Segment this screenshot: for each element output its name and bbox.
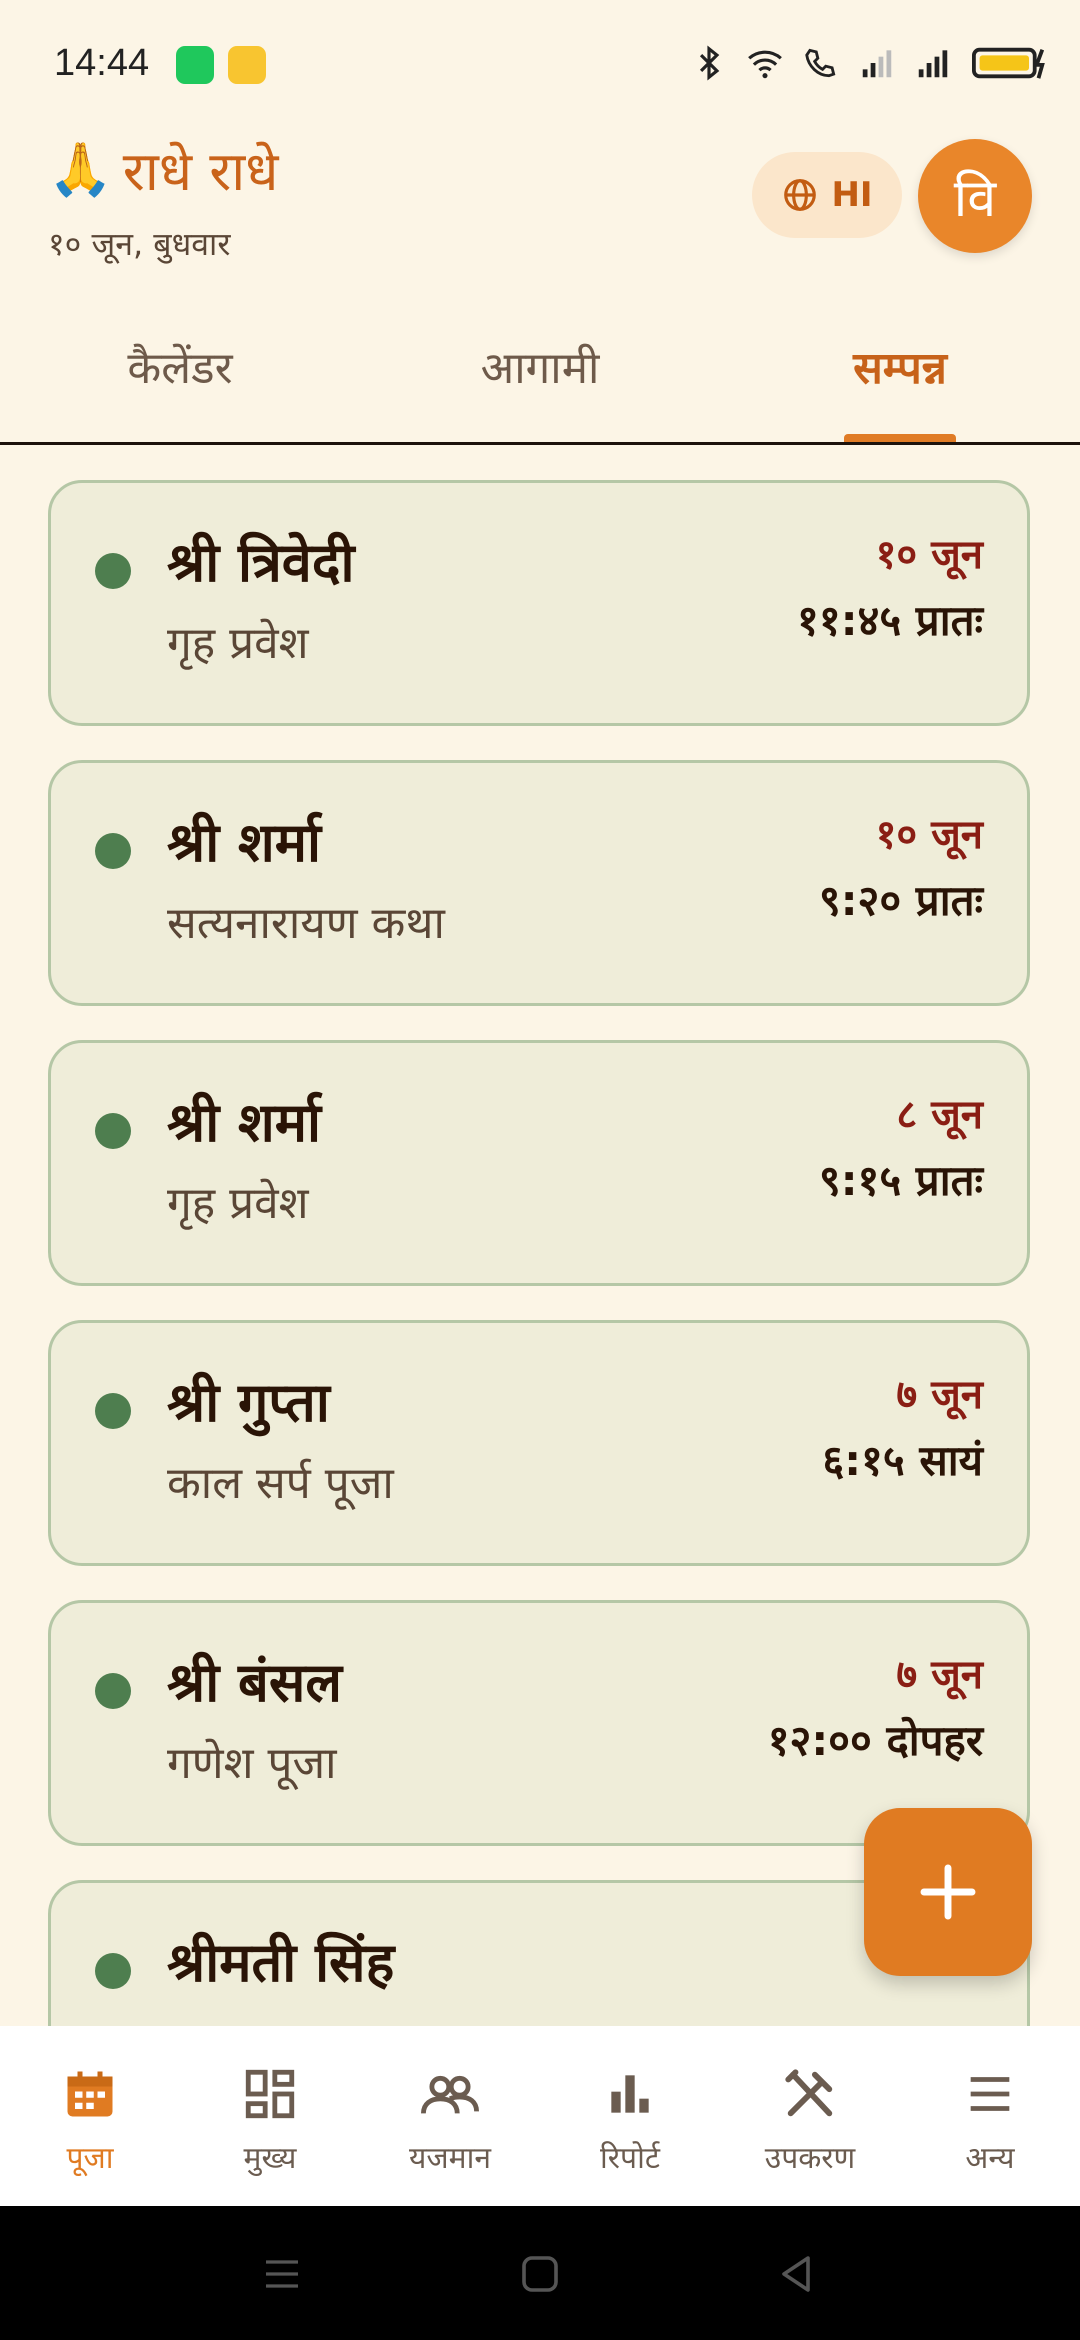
nav-item-tools[interactable]: उपकरण	[720, 2062, 900, 2177]
booking-time: ६:१५ सायं	[822, 1436, 983, 1485]
booking-card[interactable]: श्री बंसल गणेश पूजा ७ जून १२:०० दोपहर	[48, 1600, 1030, 1846]
avatar-letter: वि	[953, 168, 997, 229]
tab-bar: कैलेंडर आगामी सम्पन्न	[0, 320, 1080, 445]
nav-item-report[interactable]: रिपोर्ट	[540, 2062, 720, 2177]
greeting: 🙏 राधे राधे	[48, 132, 278, 206]
nav-label: उपकरण	[764, 2141, 856, 2176]
bar-chart-icon	[611, 2075, 649, 2113]
booking-time: ९:१५ प्रातः	[818, 1156, 983, 1205]
dashboard-icon	[245, 2069, 295, 2119]
nav-label: पूजा	[66, 2141, 114, 2176]
nav-label: अन्य	[965, 2141, 1015, 2176]
app-notification-icon-2	[228, 46, 266, 84]
battery-icon	[972, 47, 1045, 79]
tools-icon	[785, 2069, 833, 2117]
status-bar: 14:44	[0, 0, 1080, 134]
nav-label: यजमान	[408, 2141, 492, 2176]
booking-puja: सत्यनारायण कथा	[167, 898, 445, 949]
tab-upcoming[interactable]: आगामी	[360, 336, 720, 396]
nav-item-more[interactable]: अन्य	[900, 2062, 1080, 2177]
menu-icon	[970, 2077, 1010, 2111]
calendar-icon	[67, 2071, 113, 2117]
status-dot	[95, 833, 131, 869]
status-dot	[95, 1113, 131, 1149]
status-dot	[95, 1393, 131, 1429]
tab-completed[interactable]: सम्पन्न	[720, 336, 1080, 396]
nav-item-main[interactable]: मुख्य	[180, 2062, 360, 2177]
booking-name: श्री शर्मा	[167, 811, 322, 874]
nav-label: रिपोर्ट	[600, 2141, 660, 2176]
language-label: HI	[831, 175, 873, 215]
booking-name: श्रीमती सिंह	[167, 1931, 395, 1994]
bottom-nav: पूजा मुख्य यजमान रिपोर्ट उपकरण अन्य	[0, 2026, 1080, 2206]
booking-time: ९:२० प्रातः	[818, 876, 983, 925]
status-icons	[690, 44, 1050, 82]
booking-puja: गृह प्रवेश	[167, 618, 309, 669]
signal-icon	[862, 50, 892, 78]
tab-calendar[interactable]: कैलेंडर	[0, 336, 360, 396]
wifi-icon	[748, 50, 782, 79]
booking-card[interactable]: श्री शर्मा गृह प्रवेश ८ जून ९:१५ प्रातः	[48, 1040, 1030, 1286]
signal-icon-2	[918, 50, 948, 78]
booking-time: ११:४५ प्रातः	[797, 596, 983, 645]
booking-card[interactable]: श्री त्रिवेदी गृह प्रवेश १० जून ११:४५ प्…	[48, 480, 1030, 726]
tab-indicator	[844, 434, 956, 442]
booking-puja: काल सर्प पूजा	[167, 1458, 394, 1509]
back-icon[interactable]	[776, 2254, 816, 2294]
greeting-text: राधे राधे	[122, 140, 279, 203]
recents-icon[interactable]	[262, 2256, 302, 2292]
system-nav-bar	[0, 2206, 1080, 2340]
booking-date: ८ जून	[896, 1092, 983, 1138]
booking-date: १० जून	[875, 812, 983, 858]
booking-puja: गृह प्रवेश	[167, 1178, 309, 1229]
booking-name: श्री बंसल	[167, 1651, 342, 1714]
status-dot	[95, 553, 131, 589]
language-button[interactable]: HI	[752, 152, 902, 238]
booking-name: श्री शर्मा	[167, 1091, 322, 1154]
booking-puja: गणेश पूजा	[167, 1738, 337, 1789]
booking-date: ७ जून	[896, 1372, 983, 1418]
add-booking-button[interactable]	[864, 1808, 1032, 1976]
booking-name: श्री गुप्ता	[167, 1371, 330, 1434]
app-notification-icon	[176, 46, 214, 84]
status-time: 14:44	[54, 42, 150, 84]
plus-icon	[920, 1864, 976, 1920]
booking-date: १० जून	[875, 532, 983, 578]
call-icon	[805, 48, 836, 78]
avatar[interactable]: वि	[918, 139, 1032, 253]
globe-icon	[784, 179, 817, 211]
current-date: १० जून, बुधवार	[48, 225, 231, 263]
booking-time: १२:०० दोपहर	[767, 1716, 983, 1765]
booking-list[interactable]: श्री त्रिवेदी गृह प्रवेश १० जून ११:४५ प्…	[0, 444, 1080, 2026]
home-icon[interactable]	[520, 2254, 560, 2294]
people-icon	[421, 2075, 479, 2114]
status-dot	[95, 1953, 131, 1989]
booking-card[interactable]: श्री शर्मा सत्यनारायण कथा १० जून ९:२० प्…	[48, 760, 1030, 1006]
nav-item-puja[interactable]: पूजा	[0, 2062, 180, 2177]
booking-name: श्री त्रिवेदी	[167, 531, 355, 594]
pray-emoji: 🙏	[48, 139, 113, 200]
booking-date: ७ जून	[896, 1652, 983, 1698]
booking-card[interactable]: श्री गुप्ता काल सर्प पूजा ७ जून ६:१५ साय…	[48, 1320, 1030, 1566]
nav-item-yajman[interactable]: यजमान	[360, 2062, 540, 2177]
status-dot	[95, 1673, 131, 1709]
bluetooth-icon	[699, 45, 720, 81]
nav-label: मुख्य	[243, 2141, 297, 2176]
